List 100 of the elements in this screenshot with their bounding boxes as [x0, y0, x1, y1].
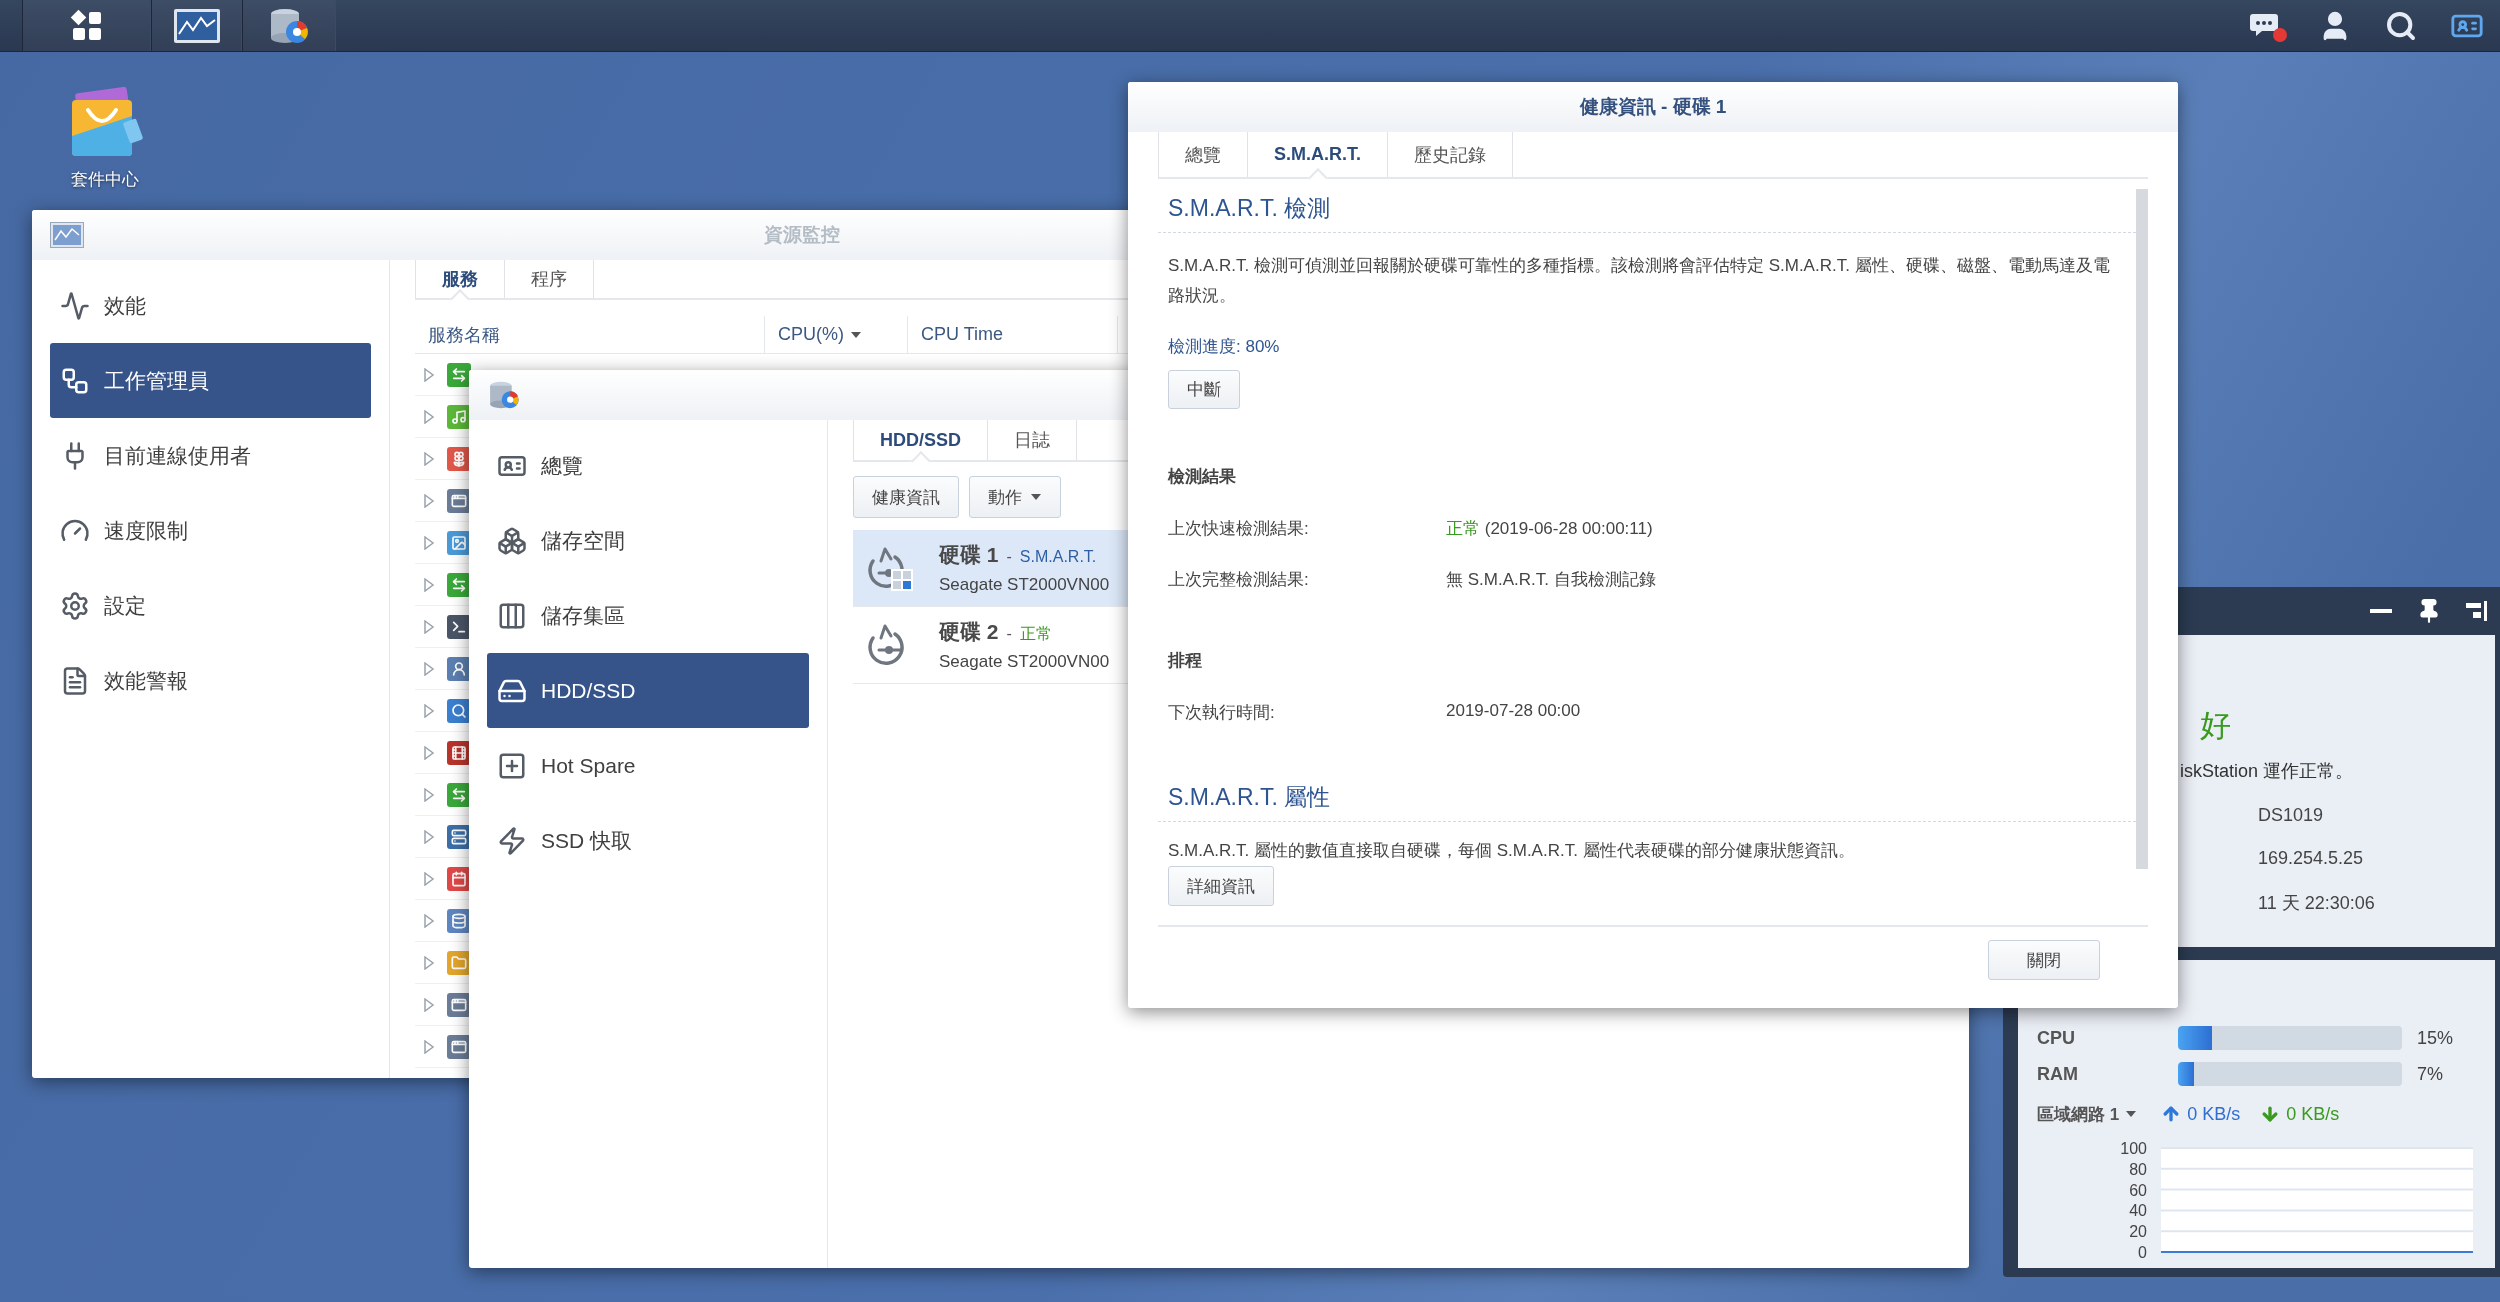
column-header-label: CPU Time	[921, 324, 1003, 345]
expand-arrow-icon[interactable]	[423, 997, 435, 1012]
separator-dash: -	[1006, 548, 1012, 566]
health-message: iskStation 運作正常。	[2180, 760, 2355, 783]
expand-arrow-icon[interactable]	[423, 493, 435, 508]
axis-tick-label: 40	[2129, 1202, 2147, 1220]
tab[interactable]: 歷史記錄	[1387, 132, 1513, 177]
info-value: DS1019	[2258, 805, 2325, 826]
meter-reading: 7%	[2417, 1063, 2444, 1085]
toolbar-button[interactable]: 健康資訊	[853, 476, 959, 518]
close-button[interactable]: 關閉	[1988, 940, 2100, 980]
subsection-heading: 檢測結果	[1168, 466, 1236, 488]
desktop-icon-label[interactable]: 套件中心	[71, 168, 139, 191]
upload-rate: 0 KB/s	[2187, 1103, 2241, 1125]
tab[interactable]: 總覽	[1158, 132, 1247, 177]
sidebar-item[interactable]: 儲存空間	[487, 503, 809, 578]
toolbar-button[interactable]: 動作	[969, 476, 1061, 518]
chart-window-icon	[50, 222, 84, 248]
meter-label: CPU	[2037, 1027, 2076, 1049]
expand-arrow-icon[interactable]	[423, 745, 435, 760]
section-description: S.M.A.R.T. 檢測可偵測並回報關於硬碟可靠性的多種指標。該檢測將會評估特定 S.M.A.R.T. 屬性、硬碟、磁盤、電動馬達及電路狀況。	[1168, 255, 2111, 307]
expand-arrow-icon[interactable]	[423, 913, 435, 928]
taskbar-app-button[interactable]	[151, 0, 242, 51]
column-header-label: CPU(%)	[778, 324, 844, 345]
info-value: 169.254.5.25	[2258, 848, 2365, 869]
info-label: 上次完整檢測結果:	[1168, 569, 1310, 591]
expand-arrow-icon[interactable]	[423, 829, 435, 844]
sidebar-item[interactable]: 總覽	[487, 428, 809, 503]
expand-arrow-icon[interactable]	[423, 451, 435, 466]
sidebar-item[interactable]: 目前連線使用者	[50, 418, 371, 493]
disk-model: Seagate ST2000VN00	[939, 575, 1110, 595]
app-grid-icon	[69, 8, 104, 43]
disk-status: 正常	[1019, 624, 1052, 644]
scrollbar[interactable]	[2136, 189, 2148, 869]
info-value: 2019-07-28 00:00	[1446, 701, 1581, 722]
stop-button[interactable]: 中斷	[1168, 370, 1240, 409]
sidebar-item[interactable]: HDD/SSD	[487, 653, 809, 728]
sidebar-item[interactable]: 速度限制	[50, 493, 371, 568]
details-button[interactable]: 詳細資訊	[1168, 866, 1274, 906]
sidebar-item[interactable]: Hot Spare	[487, 728, 809, 803]
separator-dash: -	[1006, 625, 1012, 643]
main-menu-button[interactable]	[22, 0, 151, 51]
section-heading: S.M.A.R.T. 屬性	[1168, 784, 1331, 810]
section-heading: S.M.A.R.T. 檢測	[1168, 195, 1331, 221]
disk-name: 硬碟 2	[939, 619, 999, 645]
info-value: 無 S.M.A.R.T. 自我檢測記錄	[1446, 569, 1656, 591]
chart-icon	[60, 290, 90, 321]
progress-text: 檢測進度: 80%	[1168, 336, 1280, 358]
subsection-heading: 排程	[1168, 650, 1202, 672]
axis-tick-label: 60	[2129, 1181, 2147, 1199]
disk-name: 硬碟 1	[939, 542, 999, 568]
column-header[interactable]: CPU Time	[908, 316, 1118, 353]
disk-status: S.M.A.R.T.	[1019, 548, 1097, 566]
expand-arrow-icon[interactable]	[423, 703, 435, 718]
axis-tick-label: 20	[2129, 1223, 2147, 1241]
sidebar-item[interactable]: 儲存集區	[487, 578, 809, 653]
boxes-icon	[497, 525, 527, 556]
expand-arrow-icon[interactable]	[423, 955, 435, 970]
column-header[interactable]: CPU(%)	[765, 316, 908, 353]
column-header-label: 服務名稱	[428, 323, 500, 347]
meter-reading: 15%	[2417, 1027, 2455, 1049]
section-description: S.M.A.R.T. 屬性的數值直接取自硬碟，每個 S.M.A.R.T. 屬性代表硬碟的部分健康狀態資訊。	[1168, 840, 1856, 862]
meter-label: RAM	[2037, 1063, 2079, 1085]
sidebar-item[interactable]: 工作管理員	[50, 343, 371, 418]
column-header[interactable]: 服務名稱	[415, 316, 765, 353]
info-value: 正常 (2019-06-28 00:00:11)	[1446, 518, 1653, 540]
info-label: 下次執行時間:	[1168, 702, 1276, 724]
sidebar-item[interactable]: 效能	[50, 268, 371, 343]
tab[interactable]: 程序	[504, 260, 594, 298]
axis-tick-label: 80	[2129, 1160, 2147, 1178]
chart-window-icon	[172, 7, 221, 44]
disk-model: Seagate ST2000VN00	[939, 652, 1110, 672]
expand-arrow-icon[interactable]	[423, 787, 435, 802]
expand-arrow-icon[interactable]	[423, 1039, 435, 1054]
window-title: 資源監控	[764, 223, 840, 247]
download-rate: 0 KB/s	[2286, 1103, 2340, 1125]
settings-icon	[60, 590, 90, 621]
dialog-title: 健康資訊 - 硬碟 1	[1579, 95, 1727, 119]
search-icon	[2385, 9, 2417, 42]
expand-arrow-icon[interactable]	[423, 577, 435, 592]
expand-arrow-icon[interactable]	[423, 535, 435, 550]
taskbar-app-button[interactable]	[242, 0, 336, 51]
info-value: 11 天 22:30:06	[2258, 892, 2376, 915]
expand-arrow-icon[interactable]	[423, 871, 435, 886]
lightning-icon	[497, 825, 527, 856]
database-icon	[487, 379, 521, 411]
layout-icon	[2465, 600, 2489, 622]
network-selector[interactable]: 區域網路 1	[2037, 1102, 2138, 1126]
expand-arrow-icon[interactable]	[423, 367, 435, 382]
sidebar-item[interactable]: 效能警報	[50, 643, 371, 718]
health-status: 好	[2200, 707, 2232, 745]
sidebar-item[interactable]: SSD 快取	[487, 803, 809, 878]
sidebar-item[interactable]: 設定	[50, 568, 371, 643]
expand-arrow-icon[interactable]	[423, 661, 435, 676]
transfer-icon	[447, 362, 471, 387]
expand-arrow-icon[interactable]	[423, 409, 435, 424]
axis-tick-label: 100	[2120, 1140, 2147, 1157]
tab[interactable]: 日誌	[987, 420, 1077, 460]
minimize-icon	[2370, 609, 2392, 613]
expand-arrow-icon[interactable]	[423, 619, 435, 634]
